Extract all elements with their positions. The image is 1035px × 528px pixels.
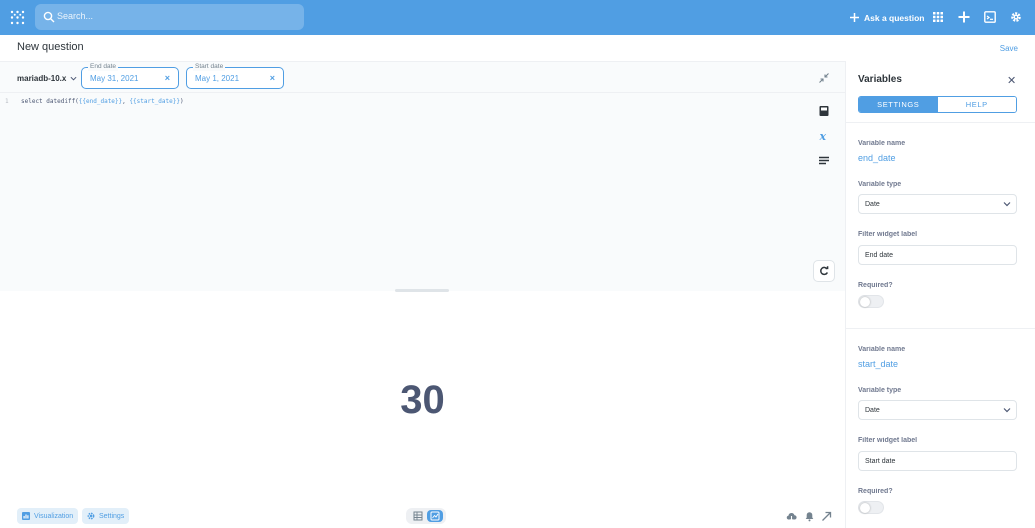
database-name: mariadb-10.x (17, 74, 67, 83)
scalar-value: 30 (400, 378, 445, 422)
code-variable: {{end_date}} (78, 98, 123, 105)
view-footer: Visualization Settings (0, 504, 845, 528)
query-result: 30 (0, 292, 845, 504)
data-reference-icon[interactable] (818, 105, 830, 117)
selected-type: Date (865, 407, 880, 414)
code-text: ) (179, 98, 184, 105)
chevron-down-icon (1003, 408, 1011, 413)
variable-type-select[interactable]: Date (858, 194, 1017, 214)
close-icon[interactable]: × (165, 73, 170, 83)
run-query-button[interactable] (813, 260, 835, 282)
end-date-parameter[interactable]: End date May 31, 2021 × (81, 63, 179, 89)
parameter-label: End date (88, 63, 119, 71)
input-value: End date (865, 252, 894, 259)
filter-widget-label-input[interactable]: End date (858, 245, 1017, 265)
sql-editor-icon[interactable] (984, 11, 996, 23)
code-line: select datediff({{end_date}}, {{start_da… (21, 98, 184, 105)
parameter-value: May 1, 2021 (195, 74, 240, 83)
snippets-icon[interactable] (818, 155, 830, 167)
grid-icon[interactable] (932, 11, 944, 23)
metabase-logo-icon[interactable] (10, 10, 25, 25)
download-icon[interactable] (786, 511, 797, 522)
search-icon (43, 11, 55, 23)
table-icon[interactable] (410, 510, 426, 522)
parameters-row: mariadb-10.x End date May 31, 2021 × Sta… (0, 62, 845, 93)
variable-name: end_date (858, 153, 896, 163)
required-label: Required? (858, 282, 893, 289)
chart-icon[interactable] (427, 510, 443, 522)
expand-arrow-icon[interactable] (821, 511, 832, 522)
code-text: select datediff( (21, 98, 79, 105)
settings-button[interactable]: Settings (82, 508, 130, 524)
filter-widget-label-caption: Filter widget label (858, 231, 918, 238)
search-placeholder: Search... (57, 11, 94, 21)
chevron-down-icon (70, 76, 77, 81)
collapse-icon[interactable] (819, 73, 829, 83)
visualization-icon (22, 512, 30, 520)
tab-settings[interactable]: SETTINGS (859, 97, 938, 112)
chevron-down-icon (1003, 202, 1011, 207)
divider (846, 328, 1035, 329)
input-value: Start date (865, 458, 896, 465)
parameter-label: Start date (193, 63, 226, 71)
toggle-knob (860, 502, 870, 513)
sidebar-title: Variables (858, 74, 902, 85)
close-icon[interactable]: ✕ (1007, 74, 1016, 87)
settings-label: Settings (99, 512, 125, 520)
visualization-label: Visualization (34, 512, 74, 520)
variable-name-label: Variable name (858, 346, 906, 353)
variable-name-label: Variable name (858, 140, 906, 147)
selected-type: Date (865, 201, 880, 208)
svg-text:x: x (819, 130, 827, 142)
variable-name: start_date (858, 359, 899, 369)
code-variable: {{start_date}} (129, 98, 180, 105)
plus-icon (850, 13, 859, 22)
required-label: Required? (858, 488, 893, 495)
close-icon[interactable]: × (270, 73, 275, 83)
top-nav: Search... Ask a question (0, 0, 1035, 35)
add-icon[interactable] (958, 11, 970, 23)
variables-icon[interactable]: x (818, 130, 830, 142)
page-title: New question (17, 41, 84, 53)
sidebar-tabs: SETTINGS HELP (858, 96, 1017, 113)
save-button[interactable]: Save (1000, 44, 1018, 53)
refresh-icon (820, 266, 829, 276)
database-picker[interactable]: mariadb-10.x (17, 74, 77, 83)
ask-question-button[interactable]: Ask a question (850, 10, 924, 25)
search-bar[interactable]: Search... (35, 4, 304, 30)
required-toggle[interactable] (858, 501, 884, 514)
divider (846, 122, 1035, 123)
variable-type-label: Variable type (858, 387, 902, 394)
toggle-knob (860, 296, 870, 307)
question-header: New question Save (0, 35, 1035, 61)
variables-sidebar: Variables ✕ SETTINGS HELP Variable name … (845, 61, 1035, 528)
visualization-button[interactable]: Visualization (17, 508, 79, 524)
line-number: 1 (5, 98, 9, 105)
required-toggle[interactable] (858, 295, 884, 308)
native-query-editor: mariadb-10.x End date May 31, 2021 × Sta… (0, 61, 845, 291)
gear-icon[interactable] (1010, 11, 1022, 23)
filter-widget-label-input[interactable]: Start date (858, 451, 1017, 471)
bell-icon[interactable] (804, 511, 815, 522)
ask-question-label: Ask a question (864, 12, 925, 23)
variable-type-label: Variable type (858, 181, 902, 188)
variable-type-select[interactable]: Date (858, 400, 1017, 420)
filter-widget-label-caption: Filter widget label (858, 437, 918, 444)
tab-help[interactable]: HELP (937, 97, 1016, 112)
parameter-value: May 31, 2021 (90, 74, 139, 83)
start-date-parameter[interactable]: Start date May 1, 2021 × (186, 63, 284, 89)
gear-icon (87, 512, 95, 520)
view-toggle (406, 508, 446, 524)
